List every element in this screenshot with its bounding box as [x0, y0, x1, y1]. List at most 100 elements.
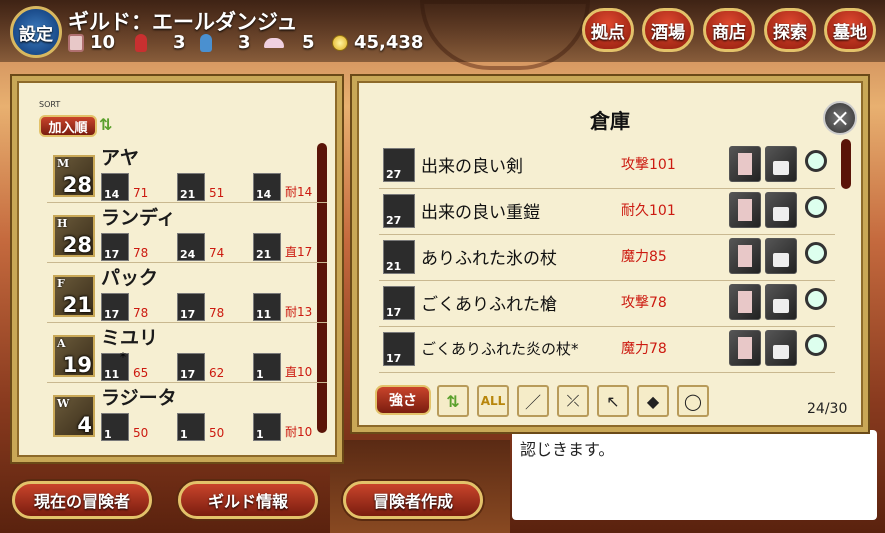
storage-item-row[interactable]: 17 ごくありふれた炎の杖* 魔力78 — [379, 327, 835, 373]
equip-slot-armor[interactable]: 17 62 — [177, 353, 224, 381]
guild-info-label: ギルド情報 — [207, 492, 288, 511]
party-member-row[interactable]: W4 ラジータ 1 50 1 50 1 耐10 — [47, 383, 327, 443]
party-member-row[interactable]: H 28 ランディ 17 78 24 74 21 直17 — [47, 203, 327, 263]
dialog-text: 認じきます。 — [520, 440, 615, 459]
equip-level: 14 — [256, 188, 272, 201]
sword-icon: 27 — [383, 148, 415, 182]
dialog-box: 認じきます。 — [512, 430, 877, 520]
filter-ring-button[interactable]: ◯ — [677, 385, 709, 417]
lock-button[interactable] — [765, 146, 797, 182]
sword-icon: 1 — [101, 413, 129, 441]
member-class: H — [57, 217, 68, 230]
close-button[interactable]: × — [823, 101, 857, 135]
resource-red-potion: 3 — [135, 32, 186, 53]
sell-button[interactable] — [729, 330, 761, 366]
current-adventurers-button[interactable]: 現在の冒険者 — [12, 481, 152, 519]
equip-value: 直17 — [285, 245, 313, 259]
filter-spear-button[interactable]: ↖ — [597, 385, 629, 417]
equip-value: 74 — [209, 246, 225, 260]
equip-value: 62 — [209, 366, 225, 380]
equip-level: 17 — [104, 308, 120, 321]
filter-sword-button[interactable]: ／ — [517, 385, 549, 417]
filter-armor-button[interactable]: ◆ — [637, 385, 669, 417]
magnifier-icon — [805, 288, 827, 310]
sell-button[interactable] — [729, 146, 761, 182]
sort-order-icon[interactable]: ⇅ — [99, 115, 123, 137]
inspect-button[interactable] — [801, 146, 833, 182]
member-class: F — [57, 277, 65, 290]
inspect-button[interactable] — [801, 238, 833, 274]
storage-scrollbar[interactable] — [841, 139, 851, 189]
sell-button[interactable] — [729, 238, 761, 274]
equip-slot-accessory[interactable]: 1 直10 — [253, 353, 312, 381]
settings-button[interactable]: 設定 — [10, 6, 62, 58]
party-member-row[interactable]: F 21 パック 17 78 17 78 11 耐13 — [47, 263, 327, 323]
trash-icon — [738, 199, 752, 221]
sort-order-toggle[interactable]: ⇅ — [437, 385, 469, 417]
equip-slot-accessory[interactable]: 14 耐14 — [253, 173, 312, 201]
equip-level: 11 — [104, 368, 120, 381]
guild-info-button[interactable]: ギルド情報 — [178, 481, 318, 519]
lock-button[interactable] — [765, 192, 797, 228]
nav-explore-button[interactable]: 探索 — [764, 8, 816, 52]
storage-item-row[interactable]: 21 ありふれた氷の杖 魔力85 — [379, 235, 835, 281]
equip-slot-armor[interactable]: 17 78 — [177, 293, 224, 321]
equip-level: 21 — [180, 188, 196, 201]
shield-icon: 1 — [253, 413, 281, 441]
equip-slot-weapon[interactable]: 17 78 — [101, 293, 148, 321]
equip-slot-weapon[interactable]: 11 * 65 — [101, 350, 148, 381]
inspect-button[interactable] — [801, 330, 833, 366]
member-level: 4 — [77, 413, 92, 437]
lock-button[interactable] — [765, 330, 797, 366]
nav-shop-button[interactable]: 商店 — [703, 8, 755, 52]
member-name: ラジータ — [101, 387, 177, 409]
sword-icon: 17 — [101, 293, 129, 321]
nav-graveyard-button[interactable]: 墓地 — [824, 8, 876, 52]
filter-bow-button[interactable]: ⤫ — [557, 385, 589, 417]
resource-blue-potion: 3 — [200, 32, 251, 53]
nav-tavern-button[interactable]: 酒場 — [642, 8, 694, 52]
red-potion-icon — [135, 33, 147, 52]
resource-value: 3 — [238, 32, 251, 53]
equip-slot-weapon[interactable]: 17 78 — [101, 233, 148, 261]
armor-icon: 27 — [383, 194, 415, 228]
equip-slot-armor[interactable]: 21 51 — [177, 173, 224, 201]
item-level: 27 — [386, 214, 402, 227]
party-member-row[interactable]: M 28 アヤ 14 71 21 51 14 耐14 — [47, 143, 327, 203]
storage-item-row[interactable]: 27 出来の良い重鎧 耐久101 — [379, 189, 835, 235]
nav-base-button[interactable]: 拠点 — [582, 8, 634, 52]
bow-icon: 17 — [101, 233, 129, 261]
filter-all-button[interactable]: ALL — [477, 385, 509, 417]
bow-icon: ⤫ — [566, 391, 580, 410]
party-sort-button[interactable]: 加入順 — [39, 115, 97, 137]
equip-slot-weapon[interactable]: 1 50 — [101, 413, 148, 441]
member-level: 28 — [62, 233, 92, 257]
storage-item-row[interactable]: 17 ごくありふれた槍 攻撃78 — [379, 281, 835, 327]
inspect-button[interactable] — [801, 284, 833, 320]
equip-value: 51 — [209, 186, 225, 200]
equip-value: 78 — [209, 306, 225, 320]
nav-label: 商店 — [712, 22, 746, 43]
lock-button[interactable] — [765, 284, 797, 320]
equip-slot-accessory[interactable]: 1 耐10 — [253, 413, 312, 441]
party-member-row[interactable]: A 19 ミユリ 11 * 65 17 62 1 直10 — [47, 323, 327, 383]
equip-level: 1 — [256, 428, 264, 441]
equip-slot-armor[interactable]: 24 74 — [177, 233, 224, 261]
equip-slot-accessory[interactable]: 21 直17 — [253, 233, 312, 261]
ring-icon: 21 — [253, 233, 281, 261]
item-level: 17 — [386, 352, 402, 365]
resource-value: 10 — [90, 32, 116, 53]
inspect-button[interactable] — [801, 192, 833, 228]
party-sort-label: 加入順 — [48, 120, 88, 136]
create-adventurer-button[interactable]: 冒険者作成 — [343, 481, 483, 519]
lock-button[interactable] — [765, 238, 797, 274]
storage-item-row[interactable]: 27 出来の良い剣 攻撃101 — [379, 143, 835, 189]
equip-slot-accessory[interactable]: 11 耐13 — [253, 293, 312, 321]
party-panel: SORT 加入順 ⇅ M 28 アヤ 14 71 21 51 14 耐14 H 28 ラン… — [12, 76, 342, 462]
storage-sort-button[interactable]: 強さ — [375, 385, 431, 415]
equip-slot-weapon[interactable]: 14 71 — [101, 173, 148, 201]
equip-slot-armor[interactable]: 1 50 — [177, 413, 224, 441]
sell-button[interactable] — [729, 284, 761, 320]
resource-value: 5 — [302, 32, 315, 53]
sell-button[interactable] — [729, 192, 761, 228]
